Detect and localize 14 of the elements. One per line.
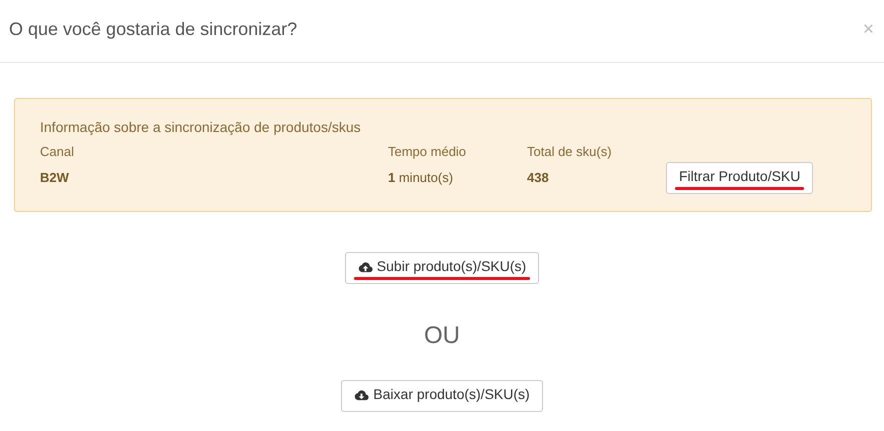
column-value: 1 minuto(s) [388, 170, 454, 185]
column-label: Total de sku(s) [527, 144, 613, 159]
upload-button[interactable]: Subir produto(s)/SKU(s) [344, 252, 540, 284]
cloud-download-icon [354, 388, 370, 400]
column-value: 438 [527, 170, 550, 185]
separator-text: OU [424, 322, 460, 350]
column-value: B2W [40, 170, 70, 185]
info-heading: Informação sobre a sincronização de produtos/skus [40, 119, 362, 135]
column-label: Canal [40, 144, 75, 159]
download-button[interactable]: Baixar produto(s)/SKU(s) [341, 380, 543, 412]
cloud-upload-icon [358, 260, 373, 272]
filter-button[interactable]: Filtrar Produto/SKU [666, 162, 814, 194]
column-label: Tempo médio [388, 144, 468, 159]
dialog-title: O que você gostaria de sincronizar? [9, 19, 298, 40]
